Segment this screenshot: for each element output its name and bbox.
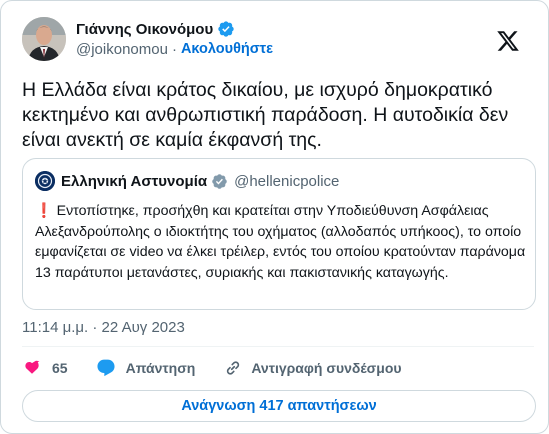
copy-link-button[interactable]: Αντιγραφή συνδέσμου: [223, 358, 402, 378]
tweet-timestamp[interactable]: 11:14 μ.μ. · 22 Αυγ 2023: [22, 319, 185, 336]
link-icon: [227, 361, 240, 375]
author-handle[interactable]: @joikonomou: [76, 41, 168, 58]
action-bar: 65 Απάντηση Αντιγραφή συνδέσμου: [22, 356, 402, 380]
quoted-author-avatar[interactable]: [35, 171, 55, 191]
author-display-name[interactable]: Γιάννης Οικονόμου: [76, 21, 213, 38]
avatar-photo-icon: [22, 17, 66, 61]
tweet-embed-card: Γιάννης Οικονόμου @joikonomou · Ακολουθή…: [0, 0, 549, 434]
heart-icon: [25, 360, 40, 374]
like-button[interactable]: 65: [22, 358, 68, 378]
government-badge-icon: [212, 173, 227, 189]
author-handle-row: @joikonomou · Ακολουθήστε: [76, 39, 273, 59]
quoted-tweet-body: Εντοπίστηκε, προσήχθη και κρατείται στην…: [35, 203, 526, 281]
reply-bubble-icon: [97, 359, 115, 377]
reply-button[interactable]: Απάντηση: [96, 358, 196, 378]
separator-dot: ·: [171, 40, 177, 58]
tweet-text: Η Ελλάδα είναι κράτος δικαίου, με ισχυρό…: [22, 79, 509, 151]
author-names: Γιάννης Οικονόμου @joikonomou · Ακολουθή…: [76, 19, 273, 59]
exclamation-icon: ❗: [35, 203, 53, 219]
divider: [22, 346, 534, 347]
author-avatar[interactable]: [22, 17, 66, 61]
verified-badge-icon: [218, 21, 234, 37]
police-emblem-icon: [35, 171, 55, 191]
quoted-tweet-header: Ελληνική Αστυνομία @hellenicpolice: [35, 170, 339, 192]
author-name-row: Γιάννης Οικονόμου: [76, 19, 273, 39]
read-replies-button[interactable]: Ανάγνωση 417 απαντήσεων: [22, 390, 536, 422]
quoted-tweet[interactable]: Ελληνική Αστυνομία @hellenicpolice ❗ Εντ…: [22, 158, 536, 310]
quoted-author-name[interactable]: Ελληνική Αστυνομία: [61, 173, 207, 190]
follow-button[interactable]: Ακολουθήστε: [181, 41, 273, 57]
tweet-header: Γιάννης Οικονόμου @joikonomou · Ακολουθή…: [22, 15, 534, 63]
quoted-author-handle[interactable]: @hellenicpolice: [234, 173, 339, 190]
like-count: 65: [52, 360, 68, 376]
quoted-tweet-text: ❗ Εντοπίστηκε, προσήχθη και κρατείται στ…: [35, 201, 527, 283]
x-logo-icon[interactable]: [496, 29, 520, 53]
reply-label: Απάντηση: [125, 360, 196, 376]
copy-link-label: Αντιγραφή συνδέσμου: [251, 360, 402, 376]
